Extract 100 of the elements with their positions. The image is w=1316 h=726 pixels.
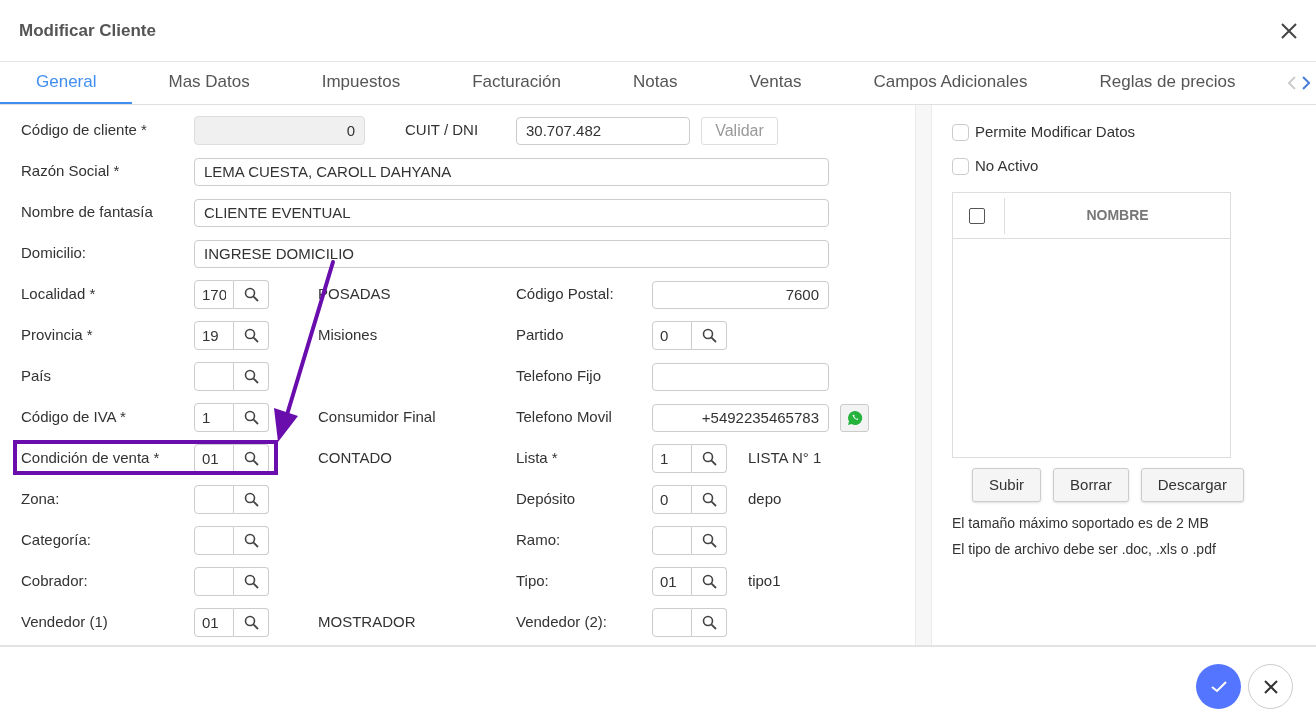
description-text: MOSTRADOR [318, 612, 417, 633]
field-label: Cobrador: [21, 571, 89, 592]
text-field[interactable]: CLIENTE EVENTUAL [194, 198, 829, 227]
search-button[interactable] [234, 567, 269, 596]
description-text: Consumidor Final [318, 407, 437, 428]
search-button[interactable] [234, 485, 269, 514]
close-icon [1263, 679, 1278, 694]
tab[interactable]: Campos Adicionales [837, 62, 1064, 104]
description-text: Misiones [318, 325, 379, 346]
search-icon [243, 328, 259, 343]
lookup-field[interactable]: 01 [194, 444, 234, 473]
search-button[interactable] [692, 526, 727, 555]
select-all-checkbox[interactable] [969, 207, 985, 224]
search-button[interactable] [234, 526, 269, 555]
search-icon [701, 328, 717, 343]
checkbox[interactable] [952, 157, 969, 175]
search-icon [701, 615, 717, 630]
field-label: Telefono Fijo [516, 366, 603, 387]
tab[interactable]: Notas [597, 62, 714, 104]
lookup-field[interactable]: 0 [652, 485, 692, 514]
checkbox-label: No Activo [975, 155, 1039, 176]
column-header: NOMBRE [1085, 206, 1150, 225]
field-label: Código de IVA * [21, 407, 127, 428]
search-icon [701, 492, 717, 507]
search-button[interactable] [692, 485, 727, 514]
field-label: Código Postal: [516, 284, 615, 305]
tab[interactable]: Facturación [436, 62, 597, 104]
checkmark-icon [1210, 680, 1227, 693]
lookup-field[interactable]: 1 [194, 403, 234, 432]
lookup-field[interactable]: 1 [652, 444, 692, 473]
lookup-field[interactable] [652, 608, 692, 637]
lookup-field[interactable] [194, 362, 234, 391]
field-label: CUIT / DNI [405, 120, 480, 141]
lookup-field[interactable] [194, 485, 234, 514]
tab[interactable]: Impuestos [285, 62, 437, 104]
field-label: Partido [516, 325, 565, 346]
text-field[interactable] [652, 362, 829, 391]
search-icon [243, 615, 259, 630]
window-title: Modificar Cliente [19, 19, 156, 42]
file-button[interactable]: Borrar [1053, 468, 1129, 502]
tab[interactable]: Mas Datos [132, 62, 286, 104]
search-button[interactable] [692, 567, 727, 596]
field-label: Vendedor (2): [516, 612, 608, 633]
lookup-field[interactable] [194, 526, 234, 555]
field-label: Tipo: [516, 571, 550, 592]
description-text: LISTA N° 1 [748, 448, 822, 469]
chat-bubble-icon [846, 409, 863, 426]
lookup-field[interactable]: 01 [652, 567, 692, 596]
search-button[interactable] [234, 608, 269, 637]
field-label: Provincia * [21, 325, 94, 346]
search-button[interactable] [234, 362, 269, 391]
field-label: País [21, 366, 52, 387]
field-label: Depósito [516, 489, 577, 510]
cancel-button[interactable] [1248, 664, 1293, 709]
tab[interactable]: Ventas [713, 62, 838, 104]
whatsapp-button[interactable] [840, 403, 869, 432]
search-icon [243, 369, 259, 384]
text-field[interactable]: 7600 [652, 280, 829, 309]
field-label: Código de cliente * [21, 120, 148, 141]
search-button[interactable] [234, 403, 269, 432]
field-label: Condición de venta * [21, 448, 161, 469]
file-button[interactable]: Subir [972, 468, 1042, 502]
search-button[interactable] [692, 608, 727, 637]
note-text: El tamaño máximo soportado es de 2 MB [952, 514, 1210, 533]
field-label: Zona: [21, 489, 61, 510]
description-text: tipo1 [748, 571, 781, 592]
field-label: Localidad * [21, 284, 97, 305]
field-label: Nombre de fantasía [21, 202, 154, 223]
search-icon [701, 533, 717, 548]
lookup-field[interactable]: 01 [194, 608, 234, 637]
confirm-button[interactable] [1196, 664, 1241, 709]
search-button[interactable] [234, 280, 269, 309]
text-field[interactable]: INGRESE DOMICILIO [194, 239, 829, 268]
checkbox-label: Permite Modificar Datos [975, 121, 1136, 142]
search-icon [243, 451, 259, 466]
lookup-field[interactable]: 0 [652, 321, 692, 350]
checkbox[interactable] [952, 123, 969, 141]
note-text: El tipo de archivo debe ser .doc, .xls o .pdf [952, 540, 1217, 559]
search-icon [243, 287, 259, 302]
lookup-field[interactable]: 170 [194, 280, 234, 309]
search-button[interactable] [692, 321, 727, 350]
description-text: CONTADO [318, 448, 393, 469]
search-button[interactable] [234, 321, 269, 350]
field-label: Vendedor (1) [21, 612, 109, 633]
text-field[interactable]: LEMA CUESTA, CAROLL DAHYANA [194, 157, 829, 186]
search-icon [243, 533, 259, 548]
search-button[interactable] [692, 444, 727, 473]
search-button[interactable] [234, 444, 269, 473]
lookup-field[interactable] [652, 526, 692, 555]
text-field[interactable]: +5492235465783 [652, 403, 829, 432]
field-label: Razón Social * [21, 161, 121, 182]
lookup-field[interactable] [194, 567, 234, 596]
search-icon [701, 451, 717, 466]
field-label: Telefono Movil [516, 407, 613, 428]
lookup-field[interactable]: 19 [194, 321, 234, 350]
chevron-right-icon[interactable] [1301, 76, 1310, 90]
tab[interactable]: Reglas de precios [1063, 62, 1272, 104]
field-label: Lista * [516, 448, 559, 469]
file-button[interactable]: Descargar [1140, 468, 1244, 502]
description-text: depo [748, 489, 782, 510]
